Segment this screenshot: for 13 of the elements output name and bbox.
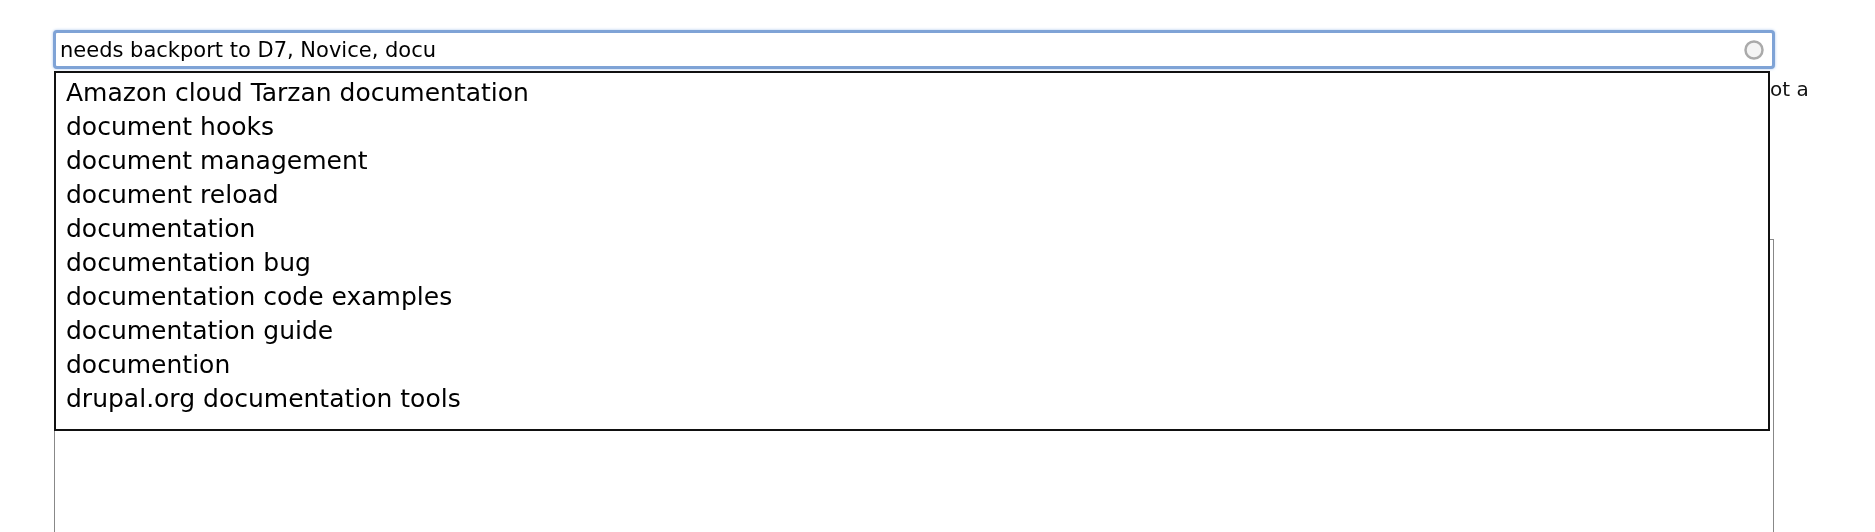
suggestion-item[interactable]: documentation guide — [56, 314, 1768, 348]
suggestion-item[interactable]: documentation code examples — [56, 280, 1768, 314]
tags-field[interactable]: needs backport to D7, Novice, docu — [53, 30, 1775, 69]
loading-spinner-icon — [1743, 39, 1765, 61]
suggestion-item[interactable]: Amazon cloud Tarzan documentation — [56, 76, 1768, 110]
suggestion-item[interactable]: documentation — [56, 212, 1768, 246]
suggestion-item[interactable]: document hooks — [56, 110, 1768, 144]
suggestion-item[interactable]: drupal.org documentation tools — [56, 382, 1768, 416]
suggestion-item[interactable]: documentation bug — [56, 246, 1768, 280]
suggestion-item[interactable]: documention — [56, 348, 1768, 382]
suggestion-item[interactable]: document management — [56, 144, 1768, 178]
suggestion-item[interactable]: document reload — [56, 178, 1768, 212]
description-text: ot a — [1770, 77, 1809, 103]
